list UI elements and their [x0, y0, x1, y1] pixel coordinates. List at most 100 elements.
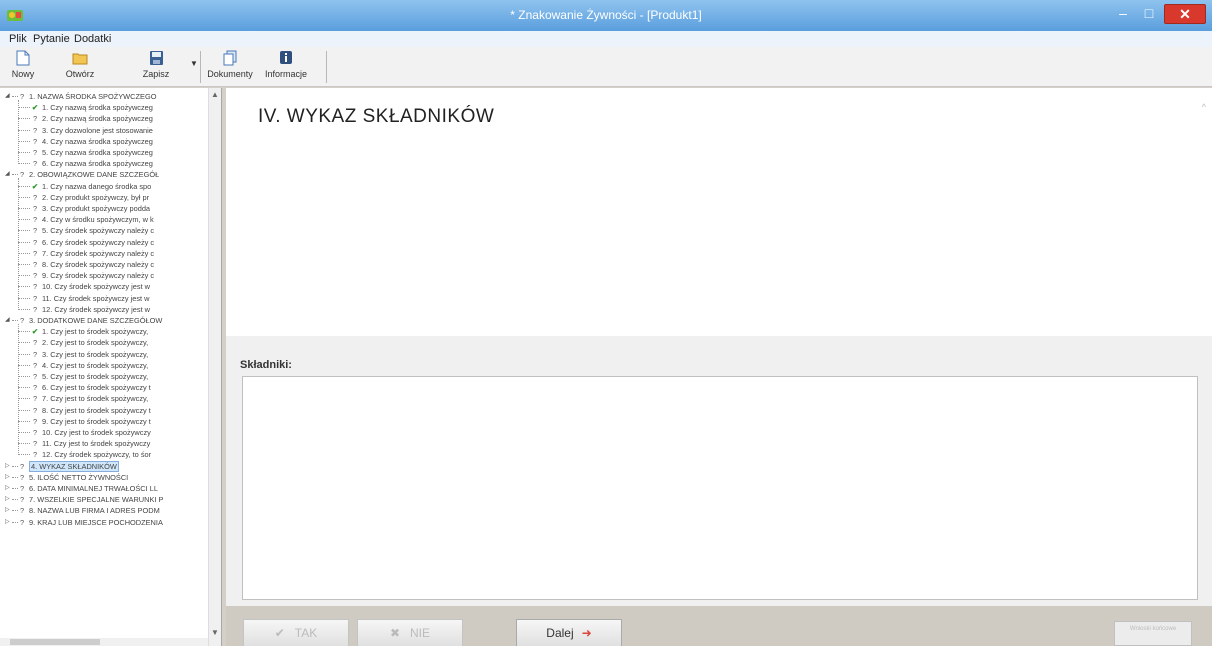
tree-item[interactable]: ? 7. Czy środek spożywczy należy c [0, 248, 208, 259]
save-dropdown-icon[interactable]: ▼ [190, 59, 198, 68]
new-button[interactable]: Nowy [8, 50, 38, 84]
expand-icon[interactable]: ▷ [5, 472, 10, 483]
tree-section-label: 4. WYKAZ SKŁADNIKÓW [29, 460, 119, 472]
tree-item[interactable]: ? 9. Czy jest to środek spożywczy t [0, 416, 208, 427]
tree-item[interactable]: ? 8. Czy jest to środek spożywczy t [0, 405, 208, 416]
section-title: IV. WYKAZ SKŁADNIKÓW [258, 106, 495, 127]
scroll-up-icon[interactable]: ▲ [211, 90, 219, 99]
collapse-icon[interactable]: ◢ [5, 169, 10, 180]
tree-vertical-connector [18, 100, 19, 165]
tree-item-label: 3. Czy jest to środek spożywczy, [42, 349, 149, 359]
tree-section[interactable]: ▷? 7. WSZELKIE SPECJALNE WARUNKI P [0, 494, 208, 505]
tree-section-label: 8. NAZWA LUB FIRMA I ADRES PODM [29, 506, 160, 516]
question-panel: IV. WYKAZ SKŁADNIKÓW ^ [226, 88, 1212, 336]
documents-button[interactable]: Dokumenty [204, 50, 256, 84]
tree-item[interactable]: ? 5. Czy nazwa środka spożywczeg [0, 147, 208, 158]
tree-item[interactable]: ? 9. Czy środek spożywczy należy c [0, 270, 208, 281]
menu-pytanie[interactable]: Pytanie [33, 33, 70, 45]
save-button[interactable]: Zapisz [138, 50, 174, 84]
tree-connector [18, 308, 30, 310]
scroll-up-icon[interactable]: ^ [1202, 102, 1206, 112]
expand-icon[interactable]: ▷ [5, 517, 10, 528]
close-button[interactable]: ✕ [1164, 4, 1206, 24]
scroll-thumb[interactable] [10, 639, 100, 645]
tree-item[interactable]: ? 3. Czy dozwolone jest stosowanie [0, 125, 208, 136]
next-button[interactable]: Dalej ➜ [516, 619, 622, 646]
tree-item[interactable]: ✔ 1. Czy nazwa danego środka spo [0, 181, 208, 192]
tree-section[interactable]: ▷? 9. KRAJ LUB MIEJSCE POCHODZENIA [0, 517, 208, 528]
tree-vertical-connector [18, 324, 19, 456]
tree-item[interactable]: ? 4. Czy nazwa środka spożywczeg [0, 136, 208, 147]
tree-item-label: 9. Czy jest to środek spożywczy t [42, 416, 151, 426]
tree-section[interactable]: ◢? 1. NAZWA ŚRODKA SPOŻYWCZEGO [0, 91, 208, 102]
tree-connector [18, 454, 30, 456]
question-mark-icon: ? [32, 159, 38, 169]
tree-item[interactable]: ? 7. Czy jest to środek spożywczy, [0, 393, 208, 404]
tree-item[interactable]: ✔ 1. Czy jest to środek spożywczy, [0, 326, 208, 337]
question-mark-icon: ? [32, 360, 38, 370]
tree-item[interactable]: ? 4. Czy jest to środek spożywczy, [0, 360, 208, 371]
tree-item-label: 8. Czy środek spożywczy należy c [42, 260, 155, 269]
tree-item[interactable]: ? 5. Czy środek spożywczy należy c [0, 225, 208, 236]
tree-section-label: 7. WSZELKIE SPECJALNE WARUNKI P [29, 495, 164, 505]
question-mark-icon: ? [32, 293, 38, 303]
menu-plik[interactable]: Plik [9, 33, 27, 45]
tree-item[interactable]: ✔ 1. Czy nazwą środka spożywczeg [0, 102, 208, 113]
tree-item[interactable]: ? 6. Czy środek spożywczy należy c [0, 237, 208, 248]
no-button[interactable]: ✖ NIE [357, 619, 463, 646]
toolbar-separator [326, 51, 327, 83]
minimize-button[interactable]: – [1110, 4, 1136, 24]
question-mark-icon: ? [32, 237, 38, 247]
maximize-button[interactable]: □ [1136, 4, 1162, 24]
tree-item[interactable]: ? 6. Czy jest to środek spożywczy t [0, 382, 208, 393]
info-button[interactable]: Informacje [260, 50, 312, 84]
ingredients-textarea[interactable] [242, 376, 1198, 600]
tree-section[interactable]: ▷? 6. DATA MINIMALNEJ TRWAŁOŚCI LL [0, 483, 208, 494]
tree-connector [18, 196, 30, 198]
collapse-icon[interactable]: ◢ [5, 315, 10, 326]
tree-item-label: 2. Czy jest to środek spożywczy, [42, 338, 149, 348]
tree-item[interactable]: ? 5. Czy jest to środek spożywczy, [0, 371, 208, 382]
tree-connector [18, 409, 30, 411]
tree-item[interactable]: ? 12. Czy środek spożywczy jest w [0, 304, 208, 315]
question-mark-icon: ? [32, 349, 38, 359]
expand-icon[interactable]: ▷ [5, 461, 10, 472]
tree-section-selected[interactable]: ▷? 4. WYKAZ SKŁADNIKÓW [0, 460, 208, 472]
tree-horizontal-scrollbar[interactable] [0, 638, 208, 646]
tree-item-label: 9. Czy środek spożywczy należy c [42, 271, 155, 281]
tree-item[interactable]: ? 11. Czy jest to środek spożywczy [0, 438, 208, 449]
question-mark-icon: ? [32, 383, 38, 393]
tree-item[interactable]: ? 3. Czy jest to środek spożywczy, [0, 349, 208, 360]
tree-item[interactable]: ? 4. Czy w środku spożywczym, w k [0, 214, 208, 225]
tree-section[interactable]: ◢? 3. DODATKOWE DANE SZCZEGÓŁOW [0, 315, 208, 326]
tree-item[interactable]: ? 2. Czy jest to środek spożywczy, [0, 337, 208, 348]
tree-section[interactable]: ◢? 2. OBOWIĄZKOWE DANE SZCZEGÓŁ [0, 169, 208, 180]
tree-section[interactable]: ▷? 5. ILOŚĆ NETTO ŻYWNOŚCI [0, 472, 208, 483]
tree-item[interactable]: ? 10. Czy środek spożywczy jest w [0, 281, 208, 292]
tree-item[interactable]: ? 3. Czy produkt spożywczy podda [0, 203, 208, 214]
open-button[interactable]: Otwórz [62, 50, 98, 84]
tree-section[interactable]: ▷? 8. NAZWA LUB FIRMA I ADRES PODM [0, 505, 208, 516]
scroll-down-icon[interactable]: ▼ [211, 628, 219, 637]
tree-item[interactable]: ? 8. Czy środek spożywczy należy c [0, 259, 208, 270]
expand-icon[interactable]: ▷ [5, 483, 10, 494]
tree-item[interactable]: ? 10. Czy jest to środek spożywczy [0, 427, 208, 438]
expand-icon[interactable]: ▷ [5, 494, 10, 505]
tree-item[interactable]: ? 11. Czy środek spożywczy jest w [0, 293, 208, 304]
window-title: * Znakowanie Żywności - [Produkt1] [510, 8, 702, 22]
question-mark-icon: ? [32, 405, 38, 415]
tree-item[interactable]: ? 6. Czy nazwa środka spożywczeg [0, 158, 208, 169]
cross-icon: ✖ [389, 626, 401, 640]
question-mark-icon: ? [32, 248, 38, 258]
tree-item-label: 4. Czy w środku spożywczym, w k [42, 215, 154, 225]
finish-button[interactable]: Wnioski końcowe [1114, 621, 1192, 646]
collapse-icon[interactable]: ◢ [5, 91, 10, 102]
tree-item[interactable]: ? 12. Czy środek spożywczy, to śor [0, 449, 208, 460]
menu-dodatki[interactable]: Dodatki [74, 33, 111, 45]
tree-vertical-scrollbar[interactable]: ▲ ▼ [208, 88, 221, 646]
tree-item[interactable]: ? 2. Czy nazwą środka spożywczeg [0, 113, 208, 124]
tree-item-label: 7. Czy środek spożywczy należy c [42, 248, 155, 258]
expand-icon[interactable]: ▷ [5, 505, 10, 516]
tree-item[interactable]: ? 2. Czy produkt spożywczy, był pr [0, 192, 208, 203]
yes-button[interactable]: ✔ TAK [243, 619, 349, 646]
